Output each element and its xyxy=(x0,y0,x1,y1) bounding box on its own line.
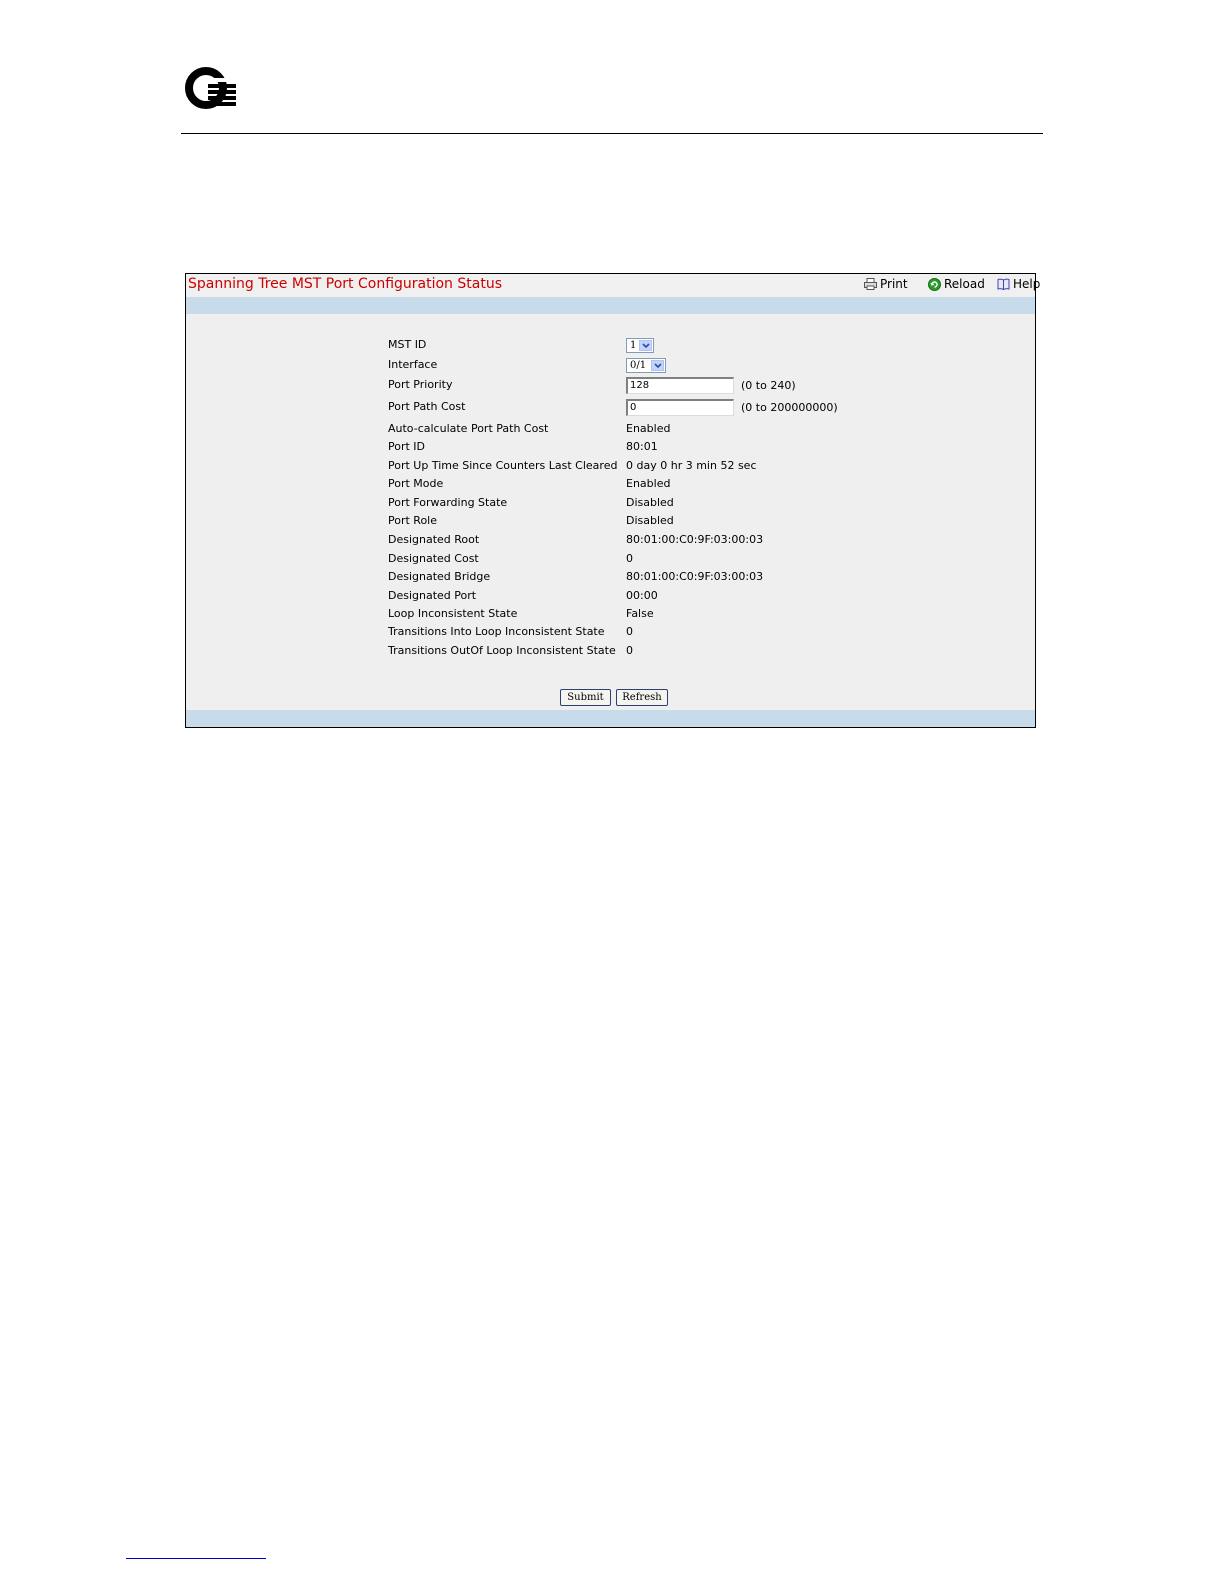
field-label-port-role: Port Role xyxy=(388,514,438,527)
field-label-port-priority: Port Priority xyxy=(388,378,453,391)
field-label-auto-calc-cost: Auto-calculate Port Path Cost xyxy=(388,422,549,435)
auto-calc-cost-value: Enabled xyxy=(626,422,671,435)
forwarding-state-value: Disabled xyxy=(626,496,674,509)
port-priority-range: (0 to 240) xyxy=(741,379,796,392)
field-label-mst-id: MST ID xyxy=(388,338,427,351)
field-label-designated-port: Designated Port xyxy=(388,589,477,602)
mst-id-select[interactable]: 1 xyxy=(626,338,654,353)
print-button[interactable]: Print xyxy=(864,277,908,291)
chevron-down-icon xyxy=(651,360,664,371)
help-label: Help xyxy=(1013,277,1041,291)
page-title: Spanning Tree MST Port Configuration Sta… xyxy=(188,276,502,292)
mst-id-selected: 1 xyxy=(630,340,637,351)
field-label-port-path-cost: Port Path Cost xyxy=(388,400,466,413)
footer-link-underline[interactable] xyxy=(126,1558,266,1559)
transitions-outof-value: 0 xyxy=(626,644,633,657)
port-path-cost-input[interactable]: 0 xyxy=(626,399,734,416)
reload-icon xyxy=(928,277,941,291)
port-up-time-value: 0 day 0 hr 3 min 52 sec xyxy=(626,459,757,472)
reload-button[interactable]: Reload xyxy=(928,277,985,291)
designated-cost-value: 0 xyxy=(626,552,633,565)
field-label-forwarding-state: Port Forwarding State xyxy=(388,496,508,509)
field-label-port-mode: Port Mode xyxy=(388,477,444,490)
company-logo xyxy=(184,64,238,114)
port-mode-value: Enabled xyxy=(626,477,671,490)
submit-button[interactable]: Submit xyxy=(560,689,611,706)
port-path-cost-range: (0 to 200000000) xyxy=(741,401,838,414)
interface-select[interactable]: 0/1 xyxy=(626,358,666,373)
reload-label: Reload xyxy=(944,277,985,291)
header-rule xyxy=(181,133,1043,134)
field-label-transitions-outof: Transitions OutOf Loop Inconsistent Stat… xyxy=(388,644,616,657)
port-role-value: Disabled xyxy=(626,514,674,527)
mst-port-config-panel: Spanning Tree MST Port Configuration Sta… xyxy=(185,273,1040,728)
field-label-loop-inconsistent: Loop Inconsistent State xyxy=(388,607,518,620)
field-label-designated-bridge: Designated Bridge xyxy=(388,570,491,583)
panel-title-bar: Spanning Tree MST Port Configuration Sta… xyxy=(186,274,1040,296)
designated-bridge-value: 80:01:00:C0:9F:03:00:03 xyxy=(626,570,764,583)
port-priority-input[interactable]: 128 xyxy=(626,377,734,394)
help-button[interactable]: Help xyxy=(997,277,1040,291)
header-band xyxy=(186,297,1035,314)
designated-port-value: 00:00 xyxy=(626,589,658,602)
interface-selected: 0/1 xyxy=(630,360,647,371)
field-label-transitions-into: Transitions Into Loop Inconsistent State xyxy=(388,625,605,638)
refresh-button[interactable]: Refresh xyxy=(616,689,668,706)
port-id-value: 80:01 xyxy=(626,440,658,453)
transitions-into-value: 0 xyxy=(626,625,633,638)
printer-icon xyxy=(864,278,877,290)
loop-inconsistent-value: False xyxy=(626,607,654,620)
field-label-interface: Interface xyxy=(388,358,438,371)
field-label-designated-cost: Designated Cost xyxy=(388,552,479,565)
field-label-port-id: Port ID xyxy=(388,440,426,453)
field-label-port-up-time: Port Up Time Since Counters Last Cleared xyxy=(388,459,618,472)
field-label-designated-root: Designated Root xyxy=(388,533,480,546)
chevron-down-icon xyxy=(639,340,652,351)
print-label: Print xyxy=(880,277,908,291)
help-book-icon xyxy=(997,278,1010,290)
designated-root-value: 80:01:00:C0:9F:03:00:03 xyxy=(626,533,764,546)
footer-band xyxy=(186,710,1035,727)
